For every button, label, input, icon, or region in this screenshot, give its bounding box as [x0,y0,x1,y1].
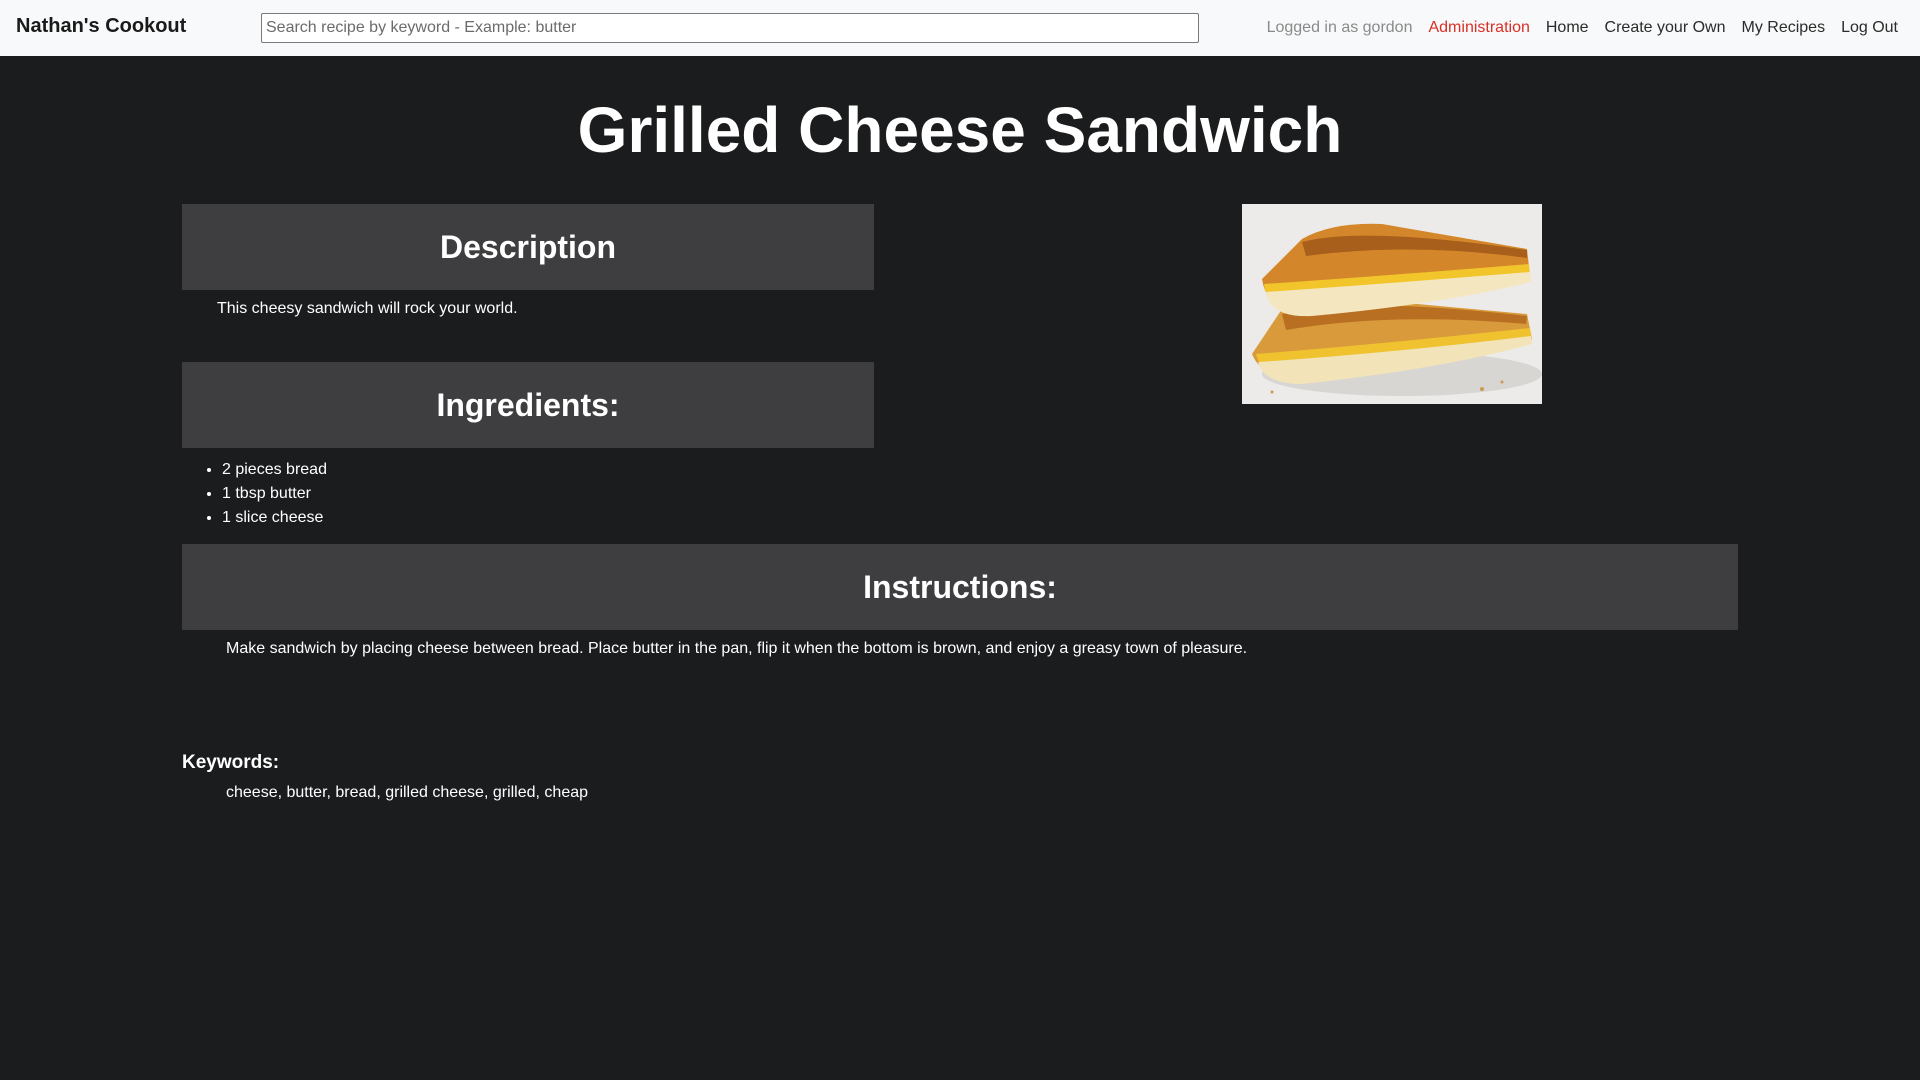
instructions-text: Make sandwich by placing cheese between … [226,640,1248,657]
grilled-cheese-photo [1242,204,1542,404]
instructions-heading: Instructions: [182,544,1738,630]
keywords-label: Keywords: [182,752,280,773]
nav-administration-link[interactable]: Administration [1428,19,1529,37]
ingredient-item: 2 pieces bread [222,458,327,482]
nav-links: Logged in as gordon Administration Home … [1267,0,1898,56]
nav-my-recipes-link[interactable]: My Recipes [1741,19,1825,37]
description-heading: Description [182,204,874,290]
grilled-cheese-photo-icon [1242,204,1542,404]
search-input[interactable] [261,13,1199,43]
description-text: This cheesy sandwich will rock your worl… [217,300,518,317]
ingredients-heading: Ingredients: [182,362,874,448]
brand-link[interactable]: Nathan's Cookout [16,15,186,38]
ingredients-list: 2 pieces bread 1 tbsp butter 1 slice che… [222,458,327,530]
top-navbar: Nathan's Cookout Logged in as gordon Adm… [0,0,1920,56]
ingredient-item: 1 tbsp butter [222,482,327,506]
keywords-text: cheese, butter, bread, grilled cheese, g… [226,784,589,801]
nav-logout-link[interactable]: Log Out [1841,19,1898,37]
nav-home-link[interactable]: Home [1546,19,1589,37]
logged-in-status: Logged in as gordon [1266,19,1413,36]
ingredient-item: 1 slice cheese [222,506,327,530]
nav-create-link[interactable]: Create your Own [1605,19,1726,37]
recipe-title: Grilled Cheese Sandwich [577,94,1343,166]
